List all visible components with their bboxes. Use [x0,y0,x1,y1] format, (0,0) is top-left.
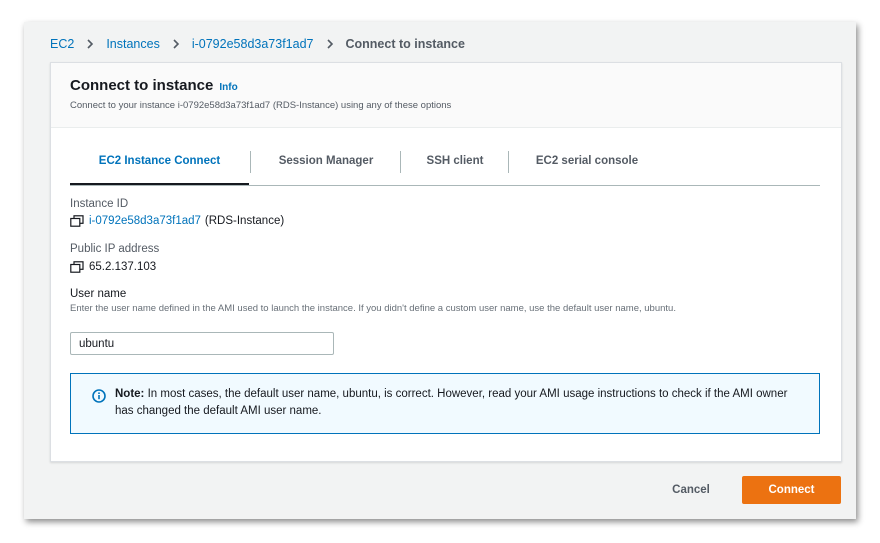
tab-ssh-client[interactable]: SSH client [409,143,501,183]
chevron-right-icon [87,39,94,49]
page-frame: EC2 Instances i-0792e58d3a73f1ad7 Connec… [24,22,856,519]
public-ip-value: 65.2.137.103 [70,261,156,273]
tab-divider [400,151,401,173]
page-subtitle: Connect to your instance i-0792e58d3a73f… [70,100,452,111]
note-prefix: Note: [115,388,145,400]
breadcrumb: EC2 Instances i-0792e58d3a73f1ad7 Connec… [50,34,465,54]
instance-name: (RDS-Instance) [204,215,285,227]
tab-ec2-serial-console[interactable]: EC2 serial console [517,143,657,183]
breadcrumb-ec2[interactable]: EC2 [50,37,74,51]
cancel-button[interactable]: Cancel [660,477,722,503]
info-circle-icon [92,389,106,403]
copy-icon[interactable] [70,261,84,273]
connect-card: Connect to instance Info Connect to your … [50,62,842,462]
chevron-right-icon [326,39,333,49]
note-body: In most cases, the default user name, ub… [115,388,788,417]
username-input[interactable] [70,332,334,355]
public-ip-text: 65.2.137.103 [89,261,157,273]
connection-tabs: EC2 Instance Connect Session Manager SSH… [70,143,820,186]
breadcrumb-instance-id[interactable]: i-0792e58d3a73f1ad7 [192,37,314,51]
note-text: Note: In most cases, the default user na… [115,386,805,419]
page-title-text: Connect to instance [70,77,214,94]
breadcrumb-current: Connect to instance [345,37,465,51]
tab-ec2-instance-connect[interactable]: EC2 Instance Connect [70,143,249,185]
chevron-right-icon [173,39,179,49]
instance-id-value: i-0792e58d3a73f1ad7 (RDS-Instance) [70,215,284,227]
copy-icon[interactable] [70,215,84,227]
instance-id-label: Instance ID [70,198,129,210]
username-label: User name [70,288,127,300]
tab-session-manager[interactable]: Session Manager [259,143,393,183]
note-alert: Note: In most cases, the default user na… [70,373,820,434]
connect-button[interactable]: Connect [742,476,841,504]
page-title: Connect to instance Info [70,77,238,94]
tab-divider [508,151,509,173]
tab-divider [250,151,251,173]
public-ip-label: Public IP address [70,243,160,255]
card-header: Connect to instance Info Connect to your … [51,63,841,128]
username-help: Enter the user name defined in the AMI u… [70,303,676,314]
info-link[interactable]: Info [219,82,237,93]
breadcrumb-instances[interactable]: Instances [106,37,160,51]
instance-id-link[interactable]: i-0792e58d3a73f1ad7 [89,215,201,227]
